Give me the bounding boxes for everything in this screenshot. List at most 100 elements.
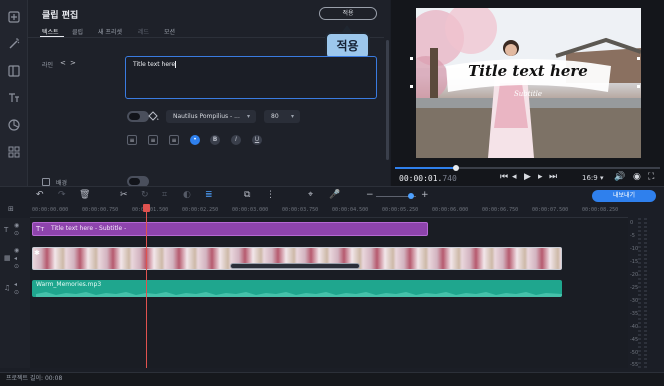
- ruler-tick: 00:00:02.250: [182, 207, 219, 213]
- import-icon[interactable]: [7, 10, 21, 24]
- crop-icon[interactable]: ⌗: [162, 190, 167, 200]
- video-preview: Title text here Subtitle: [416, 8, 641, 158]
- status-bar: 프로젝트 길이: 00:08: [0, 372, 664, 386]
- tab-motion[interactable]: 모션: [164, 27, 175, 36]
- zoom-slider-knob[interactable]: [408, 193, 414, 199]
- layout-icon[interactable]: [7, 64, 21, 78]
- tab-new-preset[interactable]: 새 프리셋: [98, 27, 122, 36]
- title-text-input[interactable]: Title text here: [125, 56, 377, 99]
- more-tools-icon[interactable]: [7, 145, 21, 159]
- skip-back-icon[interactable]: ⏮: [500, 172, 508, 182]
- volume-icon[interactable]: 🔊: [614, 172, 625, 182]
- preview-title-text: Title text here: [468, 62, 588, 80]
- mute-icon[interactable]: ◂: [14, 255, 17, 262]
- playhead-handle[interactable]: [143, 204, 150, 212]
- line-prev-button[interactable]: <: [60, 59, 66, 67]
- left-toolbar: [0, 0, 28, 186]
- audio-meter-right: [644, 218, 647, 368]
- aspect-ratio-value: 16:9: [582, 174, 598, 182]
- audio-meter-left: [638, 218, 641, 368]
- ruler-tick: 00:00:04.500: [332, 207, 369, 213]
- lock-icon[interactable]: ⊙: [14, 289, 19, 296]
- aspect-ratio-select[interactable]: 16:9 ▾: [582, 174, 603, 182]
- resize-handle[interactable]: [410, 85, 413, 88]
- font-family-select[interactable]: Nautilus Pompilius - ... ▾: [166, 110, 256, 123]
- lock-icon[interactable]: ⊙: [14, 263, 19, 270]
- resize-handle[interactable]: [637, 85, 640, 88]
- meter-label: -30: [630, 298, 639, 304]
- tab-lead[interactable]: 레드: [138, 27, 149, 36]
- align-left-icon[interactable]: ≡: [127, 135, 137, 145]
- marker-icon[interactable]: ⌖: [308, 190, 313, 200]
- audio-clip[interactable]: Warm_Memories.mp3: [32, 280, 562, 297]
- audio-track-icon: ♫: [4, 284, 11, 292]
- preview-progress-knob[interactable]: [452, 165, 459, 171]
- playhead[interactable]: [146, 204, 147, 368]
- font-size-select[interactable]: 80 ▾: [264, 110, 300, 123]
- ruler-tick: 00:00:00.000: [32, 207, 69, 213]
- redo-icon[interactable]: ↷: [58, 190, 66, 200]
- meter-label: -40: [630, 324, 639, 330]
- chevron-down-icon: ▾: [246, 113, 250, 120]
- line-label: 라인: [42, 62, 54, 69]
- line-next-button[interactable]: >: [70, 59, 76, 67]
- clip-properties-icon[interactable]: ≣: [205, 190, 213, 200]
- resize-handle[interactable]: [410, 57, 413, 60]
- fill-bucket-icon[interactable]: [146, 110, 160, 123]
- meter-label: 0: [630, 220, 634, 226]
- align-justify-icon[interactable]: •: [190, 135, 200, 145]
- title-clip[interactable]: Title text here - Subtitle -: [32, 222, 428, 236]
- lock-icon[interactable]: ⊙: [14, 230, 19, 237]
- microphone-icon[interactable]: 🎤: [329, 190, 340, 200]
- export-button[interactable]: 내보내기: [592, 190, 656, 202]
- background-checkbox[interactable]: [42, 178, 50, 186]
- play-icon[interactable]: ▶: [524, 172, 531, 182]
- align-right-icon[interactable]: ≡: [148, 135, 158, 145]
- visibility-icon[interactable]: ◉: [14, 247, 19, 254]
- step-back-icon[interactable]: ◂: [512, 172, 517, 182]
- visibility-icon[interactable]: ◉: [14, 222, 19, 229]
- ruler-tick: 00:00:06.750: [482, 207, 519, 213]
- snapshot-icon[interactable]: ◉: [633, 172, 641, 182]
- rotate-icon[interactable]: ↻: [141, 190, 149, 200]
- tab-clip[interactable]: 클립: [72, 27, 83, 36]
- delete-icon[interactable]: 🗑: [79, 190, 90, 200]
- bold-icon[interactable]: B: [210, 135, 220, 145]
- project-length-label: 프로젝트 길이:: [6, 375, 44, 382]
- resize-handle[interactable]: [637, 57, 640, 60]
- zoom-in-icon[interactable]: +: [421, 190, 429, 200]
- timecode: 00:00:01.740: [399, 174, 457, 183]
- tab-text[interactable]: 텍스트: [42, 27, 59, 36]
- underline-icon[interactable]: U: [252, 135, 262, 145]
- add-track-icon[interactable]: ⊞: [8, 205, 14, 213]
- ruler-tick: 00:00:03.750: [282, 207, 319, 213]
- align-center-icon[interactable]: ≡: [169, 135, 179, 145]
- ruler-tick: 00:00:05.250: [382, 207, 419, 213]
- titles-icon[interactable]: [7, 91, 21, 105]
- text-track-icon: T: [4, 226, 9, 234]
- more-icon[interactable]: ⋮: [266, 190, 275, 200]
- meter-label: -10: [630, 246, 639, 252]
- undo-icon[interactable]: ↶: [36, 190, 44, 200]
- step-forward-icon[interactable]: ▸: [538, 172, 543, 182]
- overlay-icon[interactable]: ⧉: [244, 190, 250, 200]
- preview-progress-fill: [395, 167, 456, 169]
- ruler-tick: 00:00:03.000: [232, 207, 269, 213]
- filters-icon[interactable]: [7, 118, 21, 132]
- italic-icon[interactable]: I: [231, 135, 241, 145]
- apply-button[interactable]: 적용: [319, 7, 377, 20]
- mute-icon[interactable]: ◂: [14, 281, 17, 288]
- fullscreen-icon[interactable]: ⛶: [648, 172, 654, 182]
- meter-label: -25: [630, 285, 639, 291]
- skip-forward-icon[interactable]: ⏭: [549, 172, 557, 182]
- audio-waveform: [36, 292, 562, 297]
- magic-wand-icon[interactable]: [7, 37, 21, 51]
- transition-marker[interactable]: [230, 263, 360, 269]
- zoom-out-icon[interactable]: −: [366, 190, 374, 200]
- cut-icon[interactable]: ✂: [120, 190, 128, 200]
- color-adjust-icon[interactable]: ◐: [183, 190, 191, 200]
- title-text-value: Title text here: [133, 61, 176, 68]
- panel-scrollbar[interactable]: [386, 40, 389, 160]
- preview-subtitle-text: Subtitle: [514, 90, 542, 98]
- tooltip-tail: [342, 25, 352, 32]
